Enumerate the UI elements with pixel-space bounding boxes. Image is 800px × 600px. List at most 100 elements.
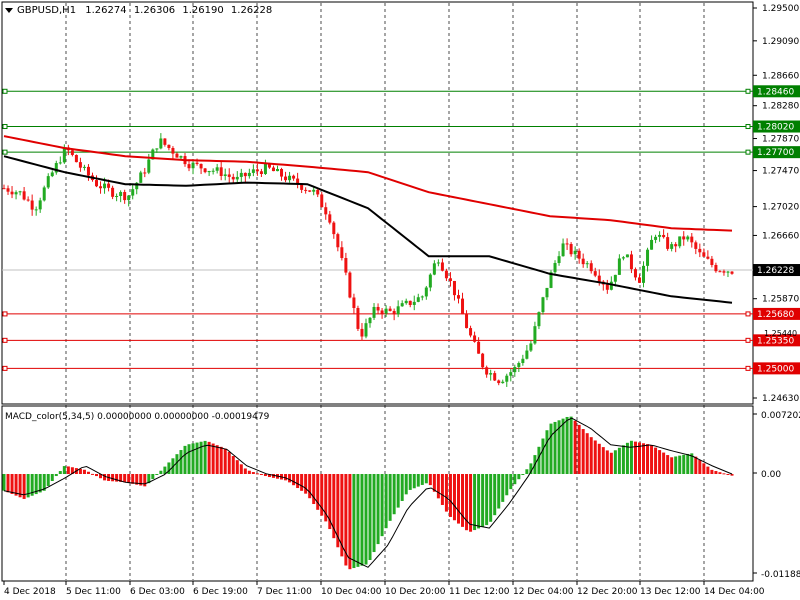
candle-body: [654, 236, 658, 240]
macd-bar: [650, 445, 654, 475]
macd-bar: [513, 474, 517, 485]
macd-bar: [195, 442, 199, 475]
macd-bar: [296, 474, 300, 489]
macd-bar: [613, 450, 617, 475]
time-label: 12 Dec 20:00: [577, 587, 638, 597]
time-axis: 4 Dec 2018 5 Dec 11:00 6 Dec 03:00 6 Dec 19…: [3, 581, 765, 597]
candle-body: [368, 317, 372, 324]
candle-body: [376, 306, 380, 311]
candle-body: [247, 172, 251, 177]
macd-bar: [151, 474, 155, 480]
macd-tick-zero: 0.00: [761, 470, 781, 480]
candle-body: [561, 243, 565, 257]
candle-body: [432, 263, 436, 275]
macd-bar: [14, 474, 18, 496]
candle-body: [6, 188, 10, 192]
candle-body: [10, 191, 14, 195]
candle-body: [412, 301, 416, 305]
candle-body: [565, 243, 569, 245]
candle-body: [340, 247, 344, 259]
macd-bar: [702, 463, 706, 475]
candle-body: [473, 335, 477, 342]
time-label: 10 Dec 20:00: [385, 587, 446, 597]
candle-body: [686, 236, 690, 240]
price-tick-label: 1.28660: [762, 71, 799, 81]
macd-bar: [537, 446, 541, 475]
level-handle: [745, 337, 751, 343]
macd-bar: [658, 450, 662, 475]
candle-body: [589, 263, 593, 272]
candle-body: [308, 190, 312, 192]
candle-body: [674, 244, 678, 247]
candle-body: [666, 237, 670, 249]
candle-body: [2, 188, 6, 190]
macd-bar: [565, 416, 569, 475]
macd-bar: [436, 474, 440, 499]
macd-bar: [22, 474, 26, 499]
candle-body: [420, 296, 424, 298]
candle-body: [324, 207, 328, 215]
macd-bar: [404, 474, 408, 495]
candle-body: [103, 183, 107, 189]
candle-body: [155, 148, 159, 150]
macd-bar: [694, 456, 698, 475]
macd-bar: [191, 443, 195, 475]
time-label: 14 Dec 04:00: [704, 587, 765, 597]
candle-body: [171, 148, 175, 154]
candle-body: [123, 192, 127, 201]
macd-bar: [569, 416, 573, 475]
macd-bar: [521, 474, 525, 476]
macd-bar: [473, 474, 477, 531]
candle-body: [396, 306, 400, 315]
candle-body: [469, 328, 473, 336]
candle-body: [569, 244, 573, 255]
candle-body: [505, 375, 509, 382]
macd-bar: [674, 456, 678, 475]
candle-body: [621, 257, 625, 259]
candle-body: [207, 171, 211, 173]
macd-bar: [155, 474, 159, 476]
macd-bar: [549, 423, 553, 475]
candle-body: [444, 270, 448, 279]
candle-body: [191, 162, 195, 169]
candle-body: [46, 176, 50, 188]
candle-body: [581, 258, 585, 265]
candle-body: [215, 167, 219, 171]
candle-body: [557, 256, 561, 264]
candle-body: [348, 272, 352, 298]
macd-bar: [585, 433, 589, 475]
ohlc-open: 1.26274: [85, 5, 126, 16]
candle-body: [70, 150, 74, 155]
macd-bar: [477, 474, 481, 529]
macd-bar: [593, 440, 597, 475]
macd-bar: [10, 474, 14, 494]
macd-bar: [710, 469, 714, 475]
macd-bar: [66, 466, 70, 475]
candle-body: [404, 300, 408, 304]
candle-body: [481, 353, 485, 368]
candle-body: [187, 164, 191, 169]
macd-bar: [356, 474, 360, 567]
macd-bar: [428, 474, 432, 486]
price-tick-label: 1.25440: [764, 329, 797, 338]
candle-body: [312, 189, 316, 192]
candle-body: [147, 159, 151, 173]
candle-body: [99, 186, 103, 189]
macd-bar: [380, 474, 384, 537]
macd-bar: [601, 447, 605, 475]
candle-body: [320, 194, 324, 208]
candle-body: [115, 196, 119, 198]
candle-body: [111, 187, 115, 197]
macd-tick-min: -0.011884: [761, 570, 800, 580]
macd-bar: [678, 455, 682, 475]
candle-body: [364, 323, 368, 337]
macd-tick-max: 0.0072029: [761, 411, 800, 421]
level-handle: [2, 337, 8, 343]
macd-bar: [412, 474, 416, 489]
candle-body: [718, 271, 722, 273]
candle-body: [477, 341, 481, 354]
macd-bar: [456, 474, 460, 524]
candle-body: [513, 366, 517, 373]
macd-bar: [372, 474, 376, 553]
macd-axis: 0.0072029 0.00 -0.011884: [753, 411, 800, 580]
